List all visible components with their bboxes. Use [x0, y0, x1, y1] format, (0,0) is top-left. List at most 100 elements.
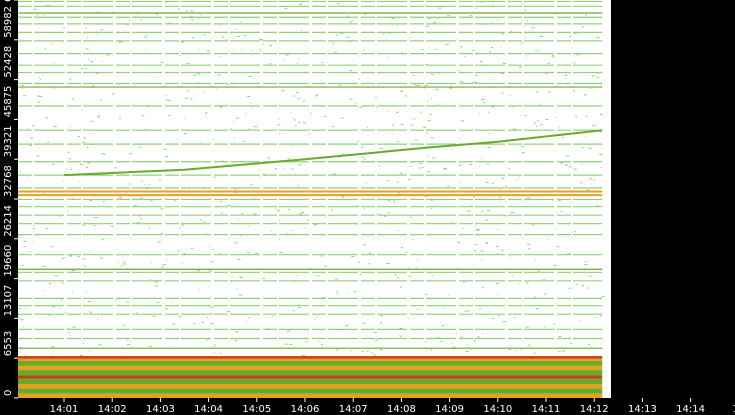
- sparse-dot: [400, 90, 404, 92]
- sparse-dot: [562, 350, 566, 352]
- sparse-dot: [391, 124, 394, 126]
- sparse-dot: [140, 218, 143, 220]
- sparse-dot: [491, 21, 493, 23]
- sparse-dot: [80, 163, 84, 165]
- sparse-dot: [558, 336, 562, 337]
- sparse-dot: [580, 182, 583, 184]
- sparse-dot: [152, 315, 156, 317]
- sparse-dot: [373, 331, 377, 333]
- sparse-dot: [72, 326, 76, 328]
- sparse-dot: [588, 344, 591, 346]
- sparse-dot: [89, 251, 91, 253]
- sparse-dot: [208, 285, 210, 287]
- sparse-dot: [280, 251, 284, 253]
- sparse-dot: [450, 84, 452, 86]
- sparse-dot: [303, 227, 305, 229]
- sparse-dot: [393, 200, 396, 202]
- sparse-dot: [22, 87, 24, 89]
- sparse-dot: [292, 95, 295, 97]
- sparse-dot: [99, 99, 102, 101]
- sparse-dot: [361, 146, 364, 148]
- sparse-dot: [89, 311, 93, 313]
- sparse-dot: [291, 168, 294, 170]
- sparse-dot: [409, 37, 410, 39]
- sparse-dot: [485, 241, 488, 243]
- sparse-dot: [400, 123, 404, 125]
- sparse-dot: [271, 316, 273, 317]
- sparse-dot: [239, 276, 242, 278]
- sparse-dot: [178, 227, 181, 229]
- sparse-dot: [213, 176, 217, 178]
- sparse-dot: [163, 148, 167, 150]
- sparse-dot: [20, 319, 24, 321]
- sparse-dot: [314, 319, 316, 321]
- sparse-dot: [497, 19, 498, 21]
- sparse-dot: [316, 316, 318, 318]
- sparse-dot: [562, 237, 564, 239]
- sparse-dot: [492, 318, 495, 320]
- sparse-dot: [553, 323, 556, 325]
- sparse-dot: [467, 344, 469, 346]
- sparse-dot: [510, 30, 513, 32]
- sparse-dot: [90, 61, 94, 63]
- sparse-dot: [208, 270, 212, 272]
- sparse-dot: [196, 270, 200, 272]
- sparse-dot: [170, 349, 172, 351]
- sparse-dot: [140, 19, 143, 21]
- sparse-dot: [346, 36, 350, 38]
- sparse-dot: [94, 217, 98, 218]
- sparse-dot: [445, 43, 449, 45]
- sparse-dot: [581, 285, 584, 287]
- sparse-dot: [583, 94, 587, 96]
- sparse-dot: [78, 170, 80, 172]
- sparse-dot: [545, 73, 548, 75]
- sparse-dot: [155, 13, 159, 15]
- sparse-dot: [401, 51, 403, 53]
- sparse-dot: [184, 97, 188, 99]
- sparse-dot: [237, 259, 241, 260]
- sparse-dot: [543, 326, 546, 328]
- sparse-dot: [232, 120, 234, 122]
- sparse-dot: [71, 270, 75, 271]
- sparse-dot: [471, 49, 475, 51]
- sparse-dot: [346, 293, 348, 294]
- sparse-dot: [248, 128, 250, 130]
- sparse-dot: [456, 206, 459, 208]
- sparse-dot: [521, 42, 524, 44]
- sparse-dot: [349, 70, 353, 71]
- sparse-dot: [566, 163, 568, 165]
- sparse-dot: [426, 155, 428, 156]
- sparse-dot: [524, 37, 526, 39]
- sparse-dot: [300, 212, 304, 213]
- sparse-dot: [535, 308, 539, 310]
- sparse-dot: [278, 239, 280, 240]
- sparse-dot: [349, 21, 353, 23]
- sparse-dot: [408, 275, 412, 277]
- sparse-dot: [100, 257, 104, 259]
- sparse-dot: [499, 200, 501, 202]
- sparse-dot: [206, 339, 209, 341]
- sparse-dot: [375, 213, 377, 215]
- sparse-dot: [114, 167, 117, 169]
- sparse-dot: [476, 229, 480, 230]
- sparse-dot: [370, 352, 373, 354]
- sparse-dot: [235, 29, 237, 31]
- sparse-dot: [83, 137, 87, 139]
- sparse-dot: [188, 189, 190, 191]
- sparse-dot: [62, 180, 64, 182]
- sparse-dot: [431, 208, 433, 210]
- sparse-dot: [341, 117, 344, 119]
- sparse-dot: [137, 13, 139, 15]
- sparse-dot: [481, 99, 485, 101]
- sparse-dot: [367, 126, 369, 128]
- sparse-dot: [426, 132, 429, 134]
- sparse-dot: [596, 76, 599, 78]
- sparse-dot: [181, 262, 183, 264]
- sparse-dot: [353, 291, 356, 292]
- sparse-dot: [425, 85, 428, 86]
- sparse-dot: [303, 100, 306, 102]
- sparse-dot: [396, 24, 398, 26]
- sparse-dot: [397, 229, 399, 231]
- sparse-dot: [140, 180, 143, 182]
- sparse-dot: [210, 323, 214, 324]
